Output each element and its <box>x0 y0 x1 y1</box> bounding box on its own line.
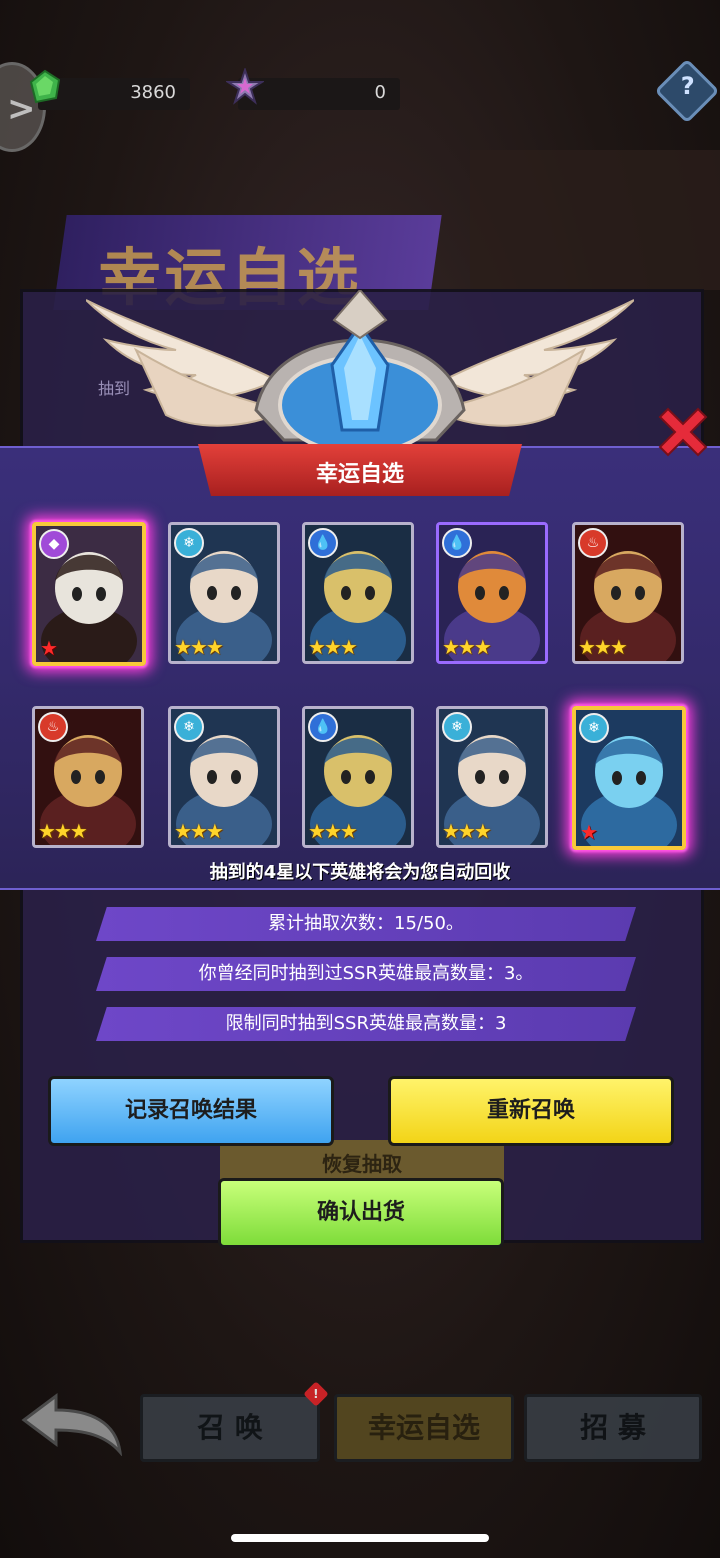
help-button[interactable]: ? <box>654 58 720 124</box>
crystal-wings-emblem <box>86 290 634 455</box>
tab-summon-label: 召 唤 <box>197 1411 263 1444</box>
back-arrow-icon[interactable] <box>20 1392 124 1456</box>
hero-stars: ★★★ <box>308 819 358 843</box>
modal-title: 幸运自选 <box>315 462 404 487</box>
record-results-button[interactable]: 记录召唤结果 <box>48 1076 334 1146</box>
snowflake-icon: ❄ <box>579 713 609 743</box>
question-mark-icon: ? <box>680 72 695 101</box>
purple-symbol-icon: ◆ <box>39 529 69 559</box>
hero-stars: ★★★ <box>308 635 358 659</box>
hero-stars: ★★★ <box>38 819 88 843</box>
tab-recruit[interactable]: 招 募 <box>524 1394 702 1462</box>
modal-title-ribbon: 幸运自选 <box>198 444 522 496</box>
water-drop-icon: 💧 <box>308 528 338 558</box>
confirm-button[interactable]: 确认出货 <box>218 1178 504 1248</box>
hero-card[interactable]: ♨ ★★★ <box>32 706 144 848</box>
water-drop-icon: 💧 <box>308 712 338 742</box>
gem-count: 3860 <box>130 82 176 103</box>
hero-card[interactable]: 💧 ★★★ <box>302 706 414 848</box>
ssr-limit-bar: 限制同时抽到SSR英雄最高数量：3 <box>96 1007 636 1041</box>
background-shelf <box>470 150 720 290</box>
hero-card[interactable]: 💧 ★★★ <box>436 522 548 664</box>
hero-stars: ★★★ <box>174 635 224 659</box>
crystal-count: 0 <box>374 82 386 103</box>
max-ssr-history-bar: 你曾经同时抽到过SSR英雄最高数量：3。 <box>96 957 636 991</box>
hero-card[interactable]: ❄ ★★★ <box>168 706 280 848</box>
star-crystal-icon <box>226 68 264 105</box>
hero-stars: ★ <box>40 636 58 660</box>
resummon-button[interactable]: 重新召唤 <box>388 1076 674 1146</box>
snowflake-icon: ❄ <box>442 712 472 742</box>
gem-resource: 3860 <box>29 69 190 110</box>
hero-card[interactable]: ❄ ★★★ <box>168 522 280 664</box>
tab-recruit-label: 招 募 <box>580 1411 646 1444</box>
snowflake-icon: ❄ <box>174 712 204 742</box>
hero-stars: ★ <box>580 820 598 844</box>
tab-lucky-select[interactable]: 幸运自选 <box>334 1394 514 1462</box>
hero-card[interactable]: ♨ ★★★ <box>572 522 684 664</box>
draw-count-bar: 累计抽取次数：15/50。 <box>96 907 636 941</box>
tab-summon[interactable]: 召 唤 ! <box>140 1381 329 1462</box>
fire-icon: ♨ <box>578 528 608 558</box>
hero-stars: ★★★ <box>174 819 224 843</box>
hero-card[interactable]: ❄ ★★★ <box>436 706 548 848</box>
auto-recycle-notice: 抽到的4星以下英雄将会为您自动回收 <box>209 862 511 883</box>
snowflake-icon: ❄ <box>174 528 204 558</box>
notification-badge: ! <box>303 1381 329 1407</box>
green-gem-icon <box>29 69 61 104</box>
hero-stars: ★★★ <box>442 635 492 659</box>
tab-lucky-select-label: 幸运自选 <box>367 1411 480 1444</box>
hero-card[interactable]: ◆ ★ <box>32 522 146 666</box>
crystal-resource: 0 <box>226 68 400 110</box>
hero-card[interactable]: 💧 ★★★ <box>302 522 414 664</box>
home-indicator <box>231 1534 489 1542</box>
close-icon[interactable] <box>654 403 712 461</box>
fire-icon: ♨ <box>38 712 68 742</box>
hero-stars: ★★★ <box>578 635 628 659</box>
hero-stars: ★★★ <box>442 819 492 843</box>
hero-card[interactable]: ❄ ★ <box>572 706 686 850</box>
badge-text: ! <box>313 1386 319 1401</box>
water-drop-icon: 💧 <box>442 528 472 558</box>
